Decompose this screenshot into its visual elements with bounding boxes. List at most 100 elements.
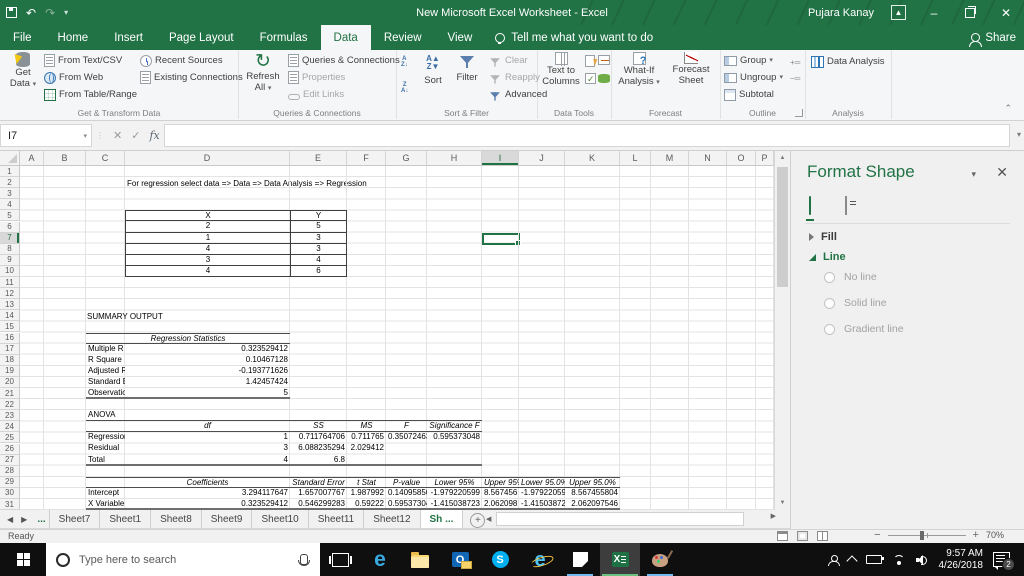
battery-icon[interactable]	[865, 555, 884, 564]
cell[interactable]: 1	[125, 432, 290, 443]
save-icon[interactable]	[6, 7, 17, 18]
account-user-name[interactable]: Pujara Kanay	[808, 0, 874, 25]
column-header-I[interactable]: I	[482, 151, 519, 166]
row-header-8[interactable]: 8	[0, 243, 20, 255]
cell-note[interactable]: For regression select data => Data => Da…	[127, 178, 367, 189]
column-header-K[interactable]: K	[565, 151, 620, 166]
cell[interactable]: 0.546299283	[290, 499, 347, 508]
cell[interactable]: 3	[290, 243, 347, 254]
row-header-7[interactable]: 7	[0, 232, 20, 244]
cell[interactable]: 2.029412	[347, 443, 386, 454]
cell[interactable]: 0.711765	[347, 432, 386, 443]
row-header-6[interactable]: 6	[0, 221, 20, 233]
sheet-tab-sheet10[interactable]: Sheet10	[252, 510, 309, 528]
normal-view-icon[interactable]	[777, 531, 788, 541]
formula-input[interactable]	[164, 124, 1010, 147]
cell[interactable]: 0.595373048	[386, 499, 427, 508]
tab-home[interactable]: Home	[45, 25, 102, 50]
page-layout-view-icon[interactable]	[797, 531, 808, 541]
scroll-down-icon[interactable]: ▼	[775, 496, 790, 510]
row-header-22[interactable]: 22	[0, 399, 20, 411]
cell[interactable]: 0.711764706	[290, 432, 347, 443]
cell[interactable]: t Stat	[347, 478, 386, 487]
sort-button[interactable]: A▲ Z▼ Sort	[418, 52, 448, 87]
horizontal-scrollbar[interactable]: ◀	[486, 512, 756, 526]
excel-taskbar-button[interactable]: X	[600, 543, 640, 576]
cell[interactable]: 2.062098	[482, 499, 519, 508]
sort-descending-button[interactable]: Z A↓	[401, 82, 408, 94]
people-icon[interactable]	[827, 554, 840, 566]
cell[interactable]: Coefficients	[125, 478, 290, 487]
scroll-up-icon[interactable]: ▲	[775, 151, 790, 165]
gradient-line-option[interactable]: Gradient line	[824, 323, 904, 335]
from-text-csv-button[interactable]: From Text/CSV	[44, 54, 122, 67]
cell[interactable]: SS	[290, 421, 347, 431]
cell[interactable]: 5	[125, 388, 290, 397]
forecast-sheet-button[interactable]: Forecast Sheet	[669, 52, 713, 86]
scroll-left-icon[interactable]: ◀	[486, 515, 491, 523]
tell-me-box[interactable]: Tell me what you want to do	[495, 25, 653, 50]
row-header-11[interactable]: 11	[0, 277, 20, 289]
edge-button[interactable]: e	[360, 543, 400, 576]
prev-sheet-icon[interactable]: ◀	[7, 515, 13, 524]
share-button[interactable]: Share	[969, 25, 1016, 50]
show-detail-button[interactable]: +═	[790, 56, 800, 69]
flash-fill-button[interactable]	[585, 55, 595, 67]
undo-icon[interactable]: ↶	[26, 7, 36, 19]
row-header-27[interactable]: 27	[0, 454, 20, 466]
sheet-tab-sheet11[interactable]: Sheet11	[309, 510, 365, 528]
cell[interactable]: -1.415038723	[519, 499, 565, 508]
close-button[interactable]: ✕	[988, 0, 1024, 25]
tab-insert[interactable]: Insert	[101, 25, 156, 50]
cell[interactable]	[347, 455, 386, 464]
action-center-icon[interactable]: 2	[993, 552, 1015, 571]
column-header-A[interactable]: A	[20, 151, 44, 166]
cell[interactable]	[86, 421, 125, 431]
row-header-1[interactable]: 1	[0, 166, 20, 178]
restore-button[interactable]	[952, 0, 988, 25]
tab-file[interactable]: File	[0, 25, 45, 50]
cell[interactable]: Observations	[86, 388, 125, 397]
taskbar-search[interactable]: Type here to search	[46, 543, 320, 576]
queries-connections-button[interactable]: Queries & Connections	[288, 54, 400, 67]
recent-sources-button[interactable]: Recent Sources	[140, 54, 223, 67]
cell[interactable]: 4	[290, 254, 347, 265]
row-header-3[interactable]: 3	[0, 188, 20, 200]
row-header-23[interactable]: 23	[0, 410, 20, 422]
skype-button[interactable]: S	[480, 543, 520, 576]
cell[interactable]	[386, 455, 427, 464]
row-header-18[interactable]: 18	[0, 354, 20, 366]
column-header-M[interactable]: M	[651, 151, 689, 166]
cell[interactable]	[427, 455, 482, 464]
cell[interactable]: Multiple R	[86, 344, 125, 355]
row-header-26[interactable]: 26	[0, 443, 20, 455]
from-table-range-button[interactable]: From Table/Range	[44, 88, 137, 101]
existing-connections-button[interactable]: Existing Connections	[140, 71, 243, 84]
speaker-icon[interactable]	[915, 554, 929, 565]
sheet-tab-sheet9[interactable]: Sheet9	[202, 510, 253, 528]
hide-detail-button[interactable]: −═	[790, 72, 800, 85]
name-box-dropdown-icon[interactable]: ▾	[83, 132, 87, 140]
row-header-4[interactable]: 4	[0, 199, 20, 211]
column-header-B[interactable]: B	[44, 151, 86, 166]
zoom-level[interactable]: 70%	[986, 530, 1004, 540]
remove-duplicates-button[interactable]	[598, 55, 610, 65]
wifi-icon[interactable]	[892, 554, 906, 565]
row-header-2[interactable]: 2	[0, 177, 20, 189]
customize-quick-access-icon[interactable]: ▾	[64, 8, 68, 17]
scroll-right-icon[interactable]: ▶	[771, 512, 776, 520]
row-header-5[interactable]: 5	[0, 210, 20, 222]
clock[interactable]: 9:57 AM 4/26/2018	[939, 548, 984, 572]
column-header-F[interactable]: F	[347, 151, 386, 166]
next-sheet-icon[interactable]: ▶	[21, 515, 27, 524]
cell[interactable]: 4	[125, 265, 290, 276]
row-header-25[interactable]: 25	[0, 432, 20, 444]
manage-data-model-button[interactable]	[598, 72, 610, 83]
cell[interactable]: 1.987992	[347, 488, 386, 499]
row-header-19[interactable]: 19	[0, 365, 20, 377]
from-web-button[interactable]: From Web	[44, 71, 103, 84]
what-if-analysis-button[interactable]: What-If Analysis ▾	[617, 52, 661, 88]
sheet-overflow-ellipsis[interactable]: ...	[34, 510, 48, 528]
column-header-C[interactable]: C	[86, 151, 125, 166]
tab-view[interactable]: View	[435, 25, 486, 50]
